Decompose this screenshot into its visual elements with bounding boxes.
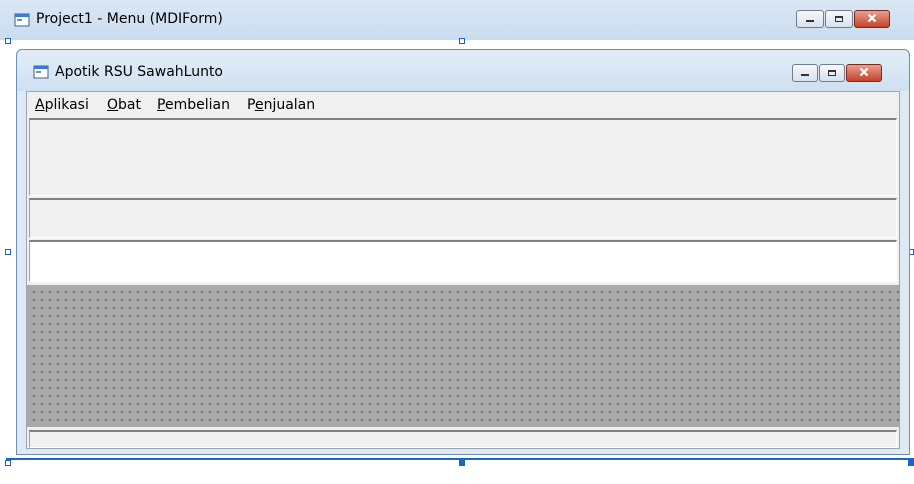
status-bar (29, 430, 897, 448)
minimize-icon (805, 12, 815, 26)
form-window-icon (33, 65, 49, 82)
mdi-client-area: Aplikasi Obat Pembelian Penjualan (26, 91, 900, 449)
maximize-icon (827, 66, 837, 80)
maximize-button[interactable] (825, 10, 853, 28)
resize-handle-top[interactable] (459, 38, 465, 44)
menu-item-penjualan[interactable]: Penjualan (247, 97, 315, 113)
menu-item-obat[interactable]: Obat (107, 97, 141, 113)
designer-title: Project1 - Menu (MDIForm) (36, 11, 223, 27)
close-button[interactable] (854, 10, 890, 28)
maximize-icon (834, 12, 844, 26)
resize-handle-bottom[interactable] (459, 460, 465, 466)
info-panel (29, 198, 897, 238)
menu-item-pembelian[interactable]: Pembelian (157, 97, 230, 113)
mdi-title-bar[interactable]: Apotik RSU SawahLunto (17, 50, 909, 91)
close-icon (859, 66, 869, 80)
toolbar-panel (29, 118, 897, 196)
mdi-minimize-button[interactable] (792, 64, 818, 82)
menu-item-aplikasi[interactable]: Aplikasi (35, 97, 89, 113)
minimize-icon (800, 66, 810, 80)
resize-handle-left[interactable] (5, 249, 11, 255)
minimize-button[interactable] (796, 10, 824, 28)
mdi-title: Apotik RSU SawahLunto (55, 64, 223, 80)
mdi-form-window: Apotik RSU SawahLunto Aplikasi Obat Pemb… (16, 49, 910, 455)
white-panel (29, 240, 897, 282)
form-window-icon (14, 13, 30, 30)
designer-window-controls (795, 10, 890, 28)
mdi-design-grid[interactable] (27, 285, 899, 427)
menu-bar: Aplikasi Obat Pembelian Penjualan (27, 92, 899, 118)
mdi-maximize-button[interactable] (819, 64, 845, 82)
close-icon (867, 12, 877, 26)
resize-handle-bottom-left[interactable] (5, 460, 11, 466)
mdi-close-button[interactable] (846, 64, 882, 82)
designer-title-bar[interactable]: Project1 - Menu (MDIForm) (0, 0, 914, 40)
resize-handle-bottom-right[interactable] (908, 460, 914, 466)
resize-handle-top-left[interactable] (5, 38, 11, 44)
mdi-window-controls (791, 64, 882, 82)
